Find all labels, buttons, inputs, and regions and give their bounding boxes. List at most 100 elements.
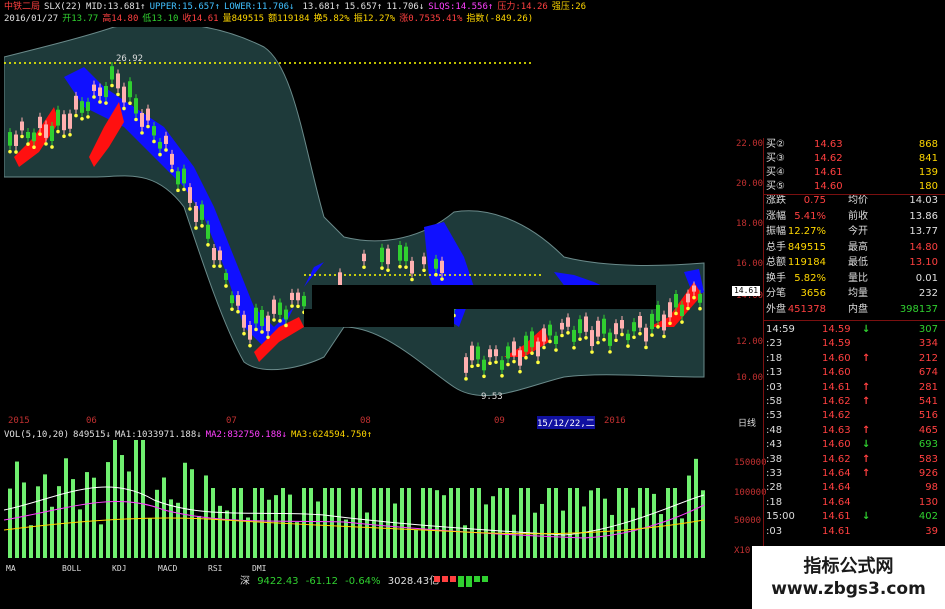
indicator-tab-macd[interactable]: MACD	[158, 564, 177, 574]
volume-tick-label: 50000	[734, 516, 761, 526]
signal-dot	[200, 224, 204, 228]
tick-time: :18	[766, 496, 782, 511]
tick-volume: 212	[919, 352, 938, 367]
volume-bar	[253, 488, 257, 558]
vhdr-item: VOL(5,10,20)	[4, 430, 69, 440]
signal-dot	[140, 131, 144, 135]
candle-body	[590, 330, 594, 346]
signal-dot	[266, 335, 270, 339]
date-tick-label: 15/12/22,二	[537, 416, 595, 429]
indicator-tab-kdj[interactable]: KDJ	[112, 564, 126, 574]
bid-volume: 841	[919, 152, 938, 165]
stat-label-2: 前收	[848, 210, 868, 223]
candle-body	[158, 142, 162, 149]
candle-body	[500, 360, 504, 370]
signal-dot	[692, 296, 696, 300]
hdr2-item: 低13.10	[142, 14, 178, 24]
candle-body	[506, 346, 510, 358]
index-amount: 3028.43亿	[388, 576, 439, 587]
candle-body	[8, 132, 12, 146]
date-tick-label: 07	[226, 416, 237, 426]
signal-dot	[98, 100, 102, 104]
volume-bar	[498, 488, 502, 558]
candle-body	[152, 126, 156, 135]
volume-bar	[540, 504, 544, 558]
volume-bar	[204, 475, 208, 558]
volume-bar	[463, 525, 467, 558]
stat-value: 5.82%	[794, 272, 826, 285]
candle-body	[194, 206, 198, 222]
signal-dot	[290, 304, 294, 308]
tick-price: 14.63	[822, 424, 851, 439]
signal-dot	[464, 377, 468, 381]
indicator-tab-ma[interactable]: MA	[6, 564, 16, 574]
hdr2-item: 2016/01/27	[4, 14, 58, 24]
volume-bar	[260, 488, 264, 558]
signal-dot	[518, 370, 522, 374]
signal-dot	[470, 365, 474, 369]
indicator-tab-dmi[interactable]: DMI	[252, 564, 266, 574]
vhdr-item: MA3:624594.750↑	[291, 430, 372, 440]
tick-row: :53 14.62 516	[764, 409, 944, 424]
candle-body	[410, 261, 414, 274]
date-tick-label: 06	[86, 416, 97, 426]
volume-bar	[155, 490, 159, 558]
signal-dot	[92, 95, 96, 99]
tick-price: 14.60	[822, 352, 851, 367]
candle-body	[422, 257, 426, 265]
indicator-tab-boll[interactable]: BOLL	[62, 564, 81, 574]
volume-bar	[421, 488, 425, 558]
candle-body	[644, 328, 648, 342]
stat-label-2: 均量	[848, 287, 868, 300]
signal-dot	[524, 356, 528, 360]
redaction-block-1	[312, 285, 656, 309]
bid-row: 买② 14.63 868	[764, 138, 944, 151]
candle-body	[284, 310, 288, 320]
signal-dot	[404, 265, 408, 269]
candle-body	[584, 316, 588, 331]
signal-dot	[362, 265, 366, 269]
hdr1-item: 强压:26	[552, 2, 586, 12]
candle-body	[134, 98, 138, 113]
tick-price: 14.60	[822, 438, 851, 453]
volume-bar	[106, 462, 110, 558]
volume-chart[interactable]	[4, 440, 734, 560]
candle-body	[206, 225, 210, 239]
signal-dot	[386, 268, 390, 272]
indicator-tab-rsi[interactable]: RSI	[208, 564, 222, 574]
signal-dot	[566, 331, 570, 335]
tick-volume: 583	[919, 453, 938, 468]
volume-bar	[631, 508, 635, 558]
signal-dot	[110, 84, 114, 88]
signal-dot	[674, 312, 678, 316]
volume-bar	[218, 506, 222, 558]
volume-bar	[8, 489, 12, 558]
volume-tick-label: 100000	[734, 488, 767, 498]
tick-volume: 39	[925, 525, 938, 540]
signal-dot	[212, 264, 216, 268]
candle-body	[698, 294, 702, 303]
signal-dot	[584, 336, 588, 340]
panel-divider-2	[764, 320, 945, 321]
signal-dot	[206, 243, 210, 247]
arrow-up-icon: ↑	[862, 381, 870, 396]
volume-bar	[470, 488, 474, 558]
signal-dot	[620, 333, 624, 337]
volume-bar	[568, 488, 572, 558]
volume-bar	[15, 462, 19, 558]
candle-body	[572, 330, 576, 342]
bid-row: 买③ 14.62 841	[764, 152, 944, 165]
vhdr-item: 849515↓	[73, 430, 111, 440]
stats-row: 外盘 451378 内盘 398137	[764, 303, 944, 316]
arrow-up-icon: ↑	[862, 453, 870, 468]
signal-dot	[536, 361, 540, 365]
volume-bar	[295, 522, 299, 558]
hdr2-item: 振12.27%	[354, 14, 396, 24]
price-chart[interactable]: 26.92 9.53	[4, 27, 734, 415]
tick-volume: 130	[919, 496, 938, 511]
candle-body	[224, 273, 228, 280]
index-change: -61.12	[306, 576, 338, 587]
candle-body	[110, 66, 114, 79]
arrow-down-icon: ↓	[862, 323, 870, 338]
hdr2-item: 收14.61	[182, 14, 218, 24]
